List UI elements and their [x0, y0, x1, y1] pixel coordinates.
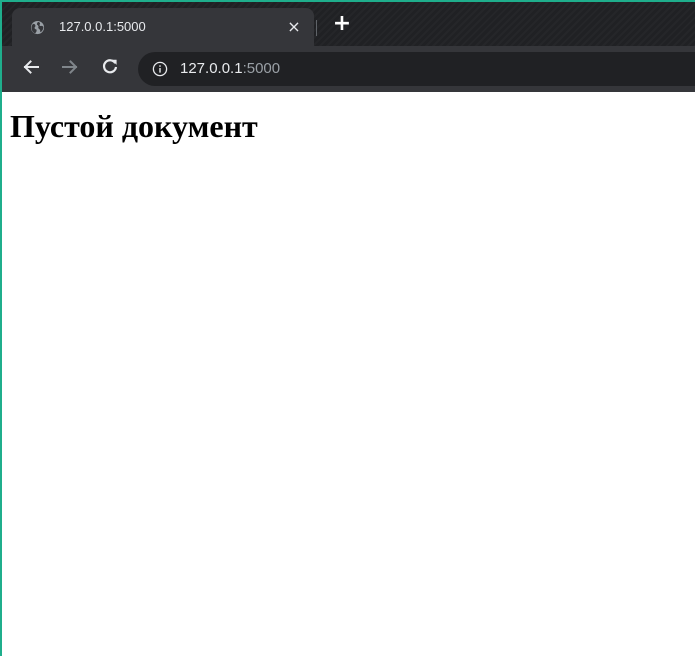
browser-toolbar: 127.0.0.1:5000: [2, 46, 695, 92]
url-text: 127.0.0.1:5000: [180, 60, 280, 78]
new-tab-button[interactable]: +: [330, 12, 354, 36]
forward-button[interactable]: [58, 57, 82, 81]
reload-button[interactable]: [98, 57, 122, 81]
address-bar[interactable]: 127.0.0.1:5000: [138, 52, 695, 86]
url-host: 127.0.0.1: [180, 60, 243, 77]
tab-separator: [316, 20, 317, 36]
page-heading: Пустой документ: [10, 108, 258, 144]
arrow-right-icon: [61, 58, 79, 81]
tab-strip: 127.0.0.1:5000 × +: [2, 2, 695, 46]
back-button[interactable]: [19, 57, 43, 81]
globe-icon: [30, 20, 45, 35]
url-port: :5000: [242, 60, 281, 77]
reload-icon: [101, 58, 119, 81]
browser-window: 127.0.0.1:5000 × + 127.0.0.1:5000 Пустой…: [0, 0, 695, 656]
arrow-left-icon: [22, 58, 40, 81]
page-viewport: Пустой документ: [2, 92, 695, 656]
tab-active[interactable]: 127.0.0.1:5000 ×: [12, 8, 314, 46]
info-icon[interactable]: [152, 61, 168, 77]
close-tab-icon[interactable]: ×: [284, 17, 304, 37]
tab-title: 127.0.0.1:5000: [59, 19, 146, 34]
